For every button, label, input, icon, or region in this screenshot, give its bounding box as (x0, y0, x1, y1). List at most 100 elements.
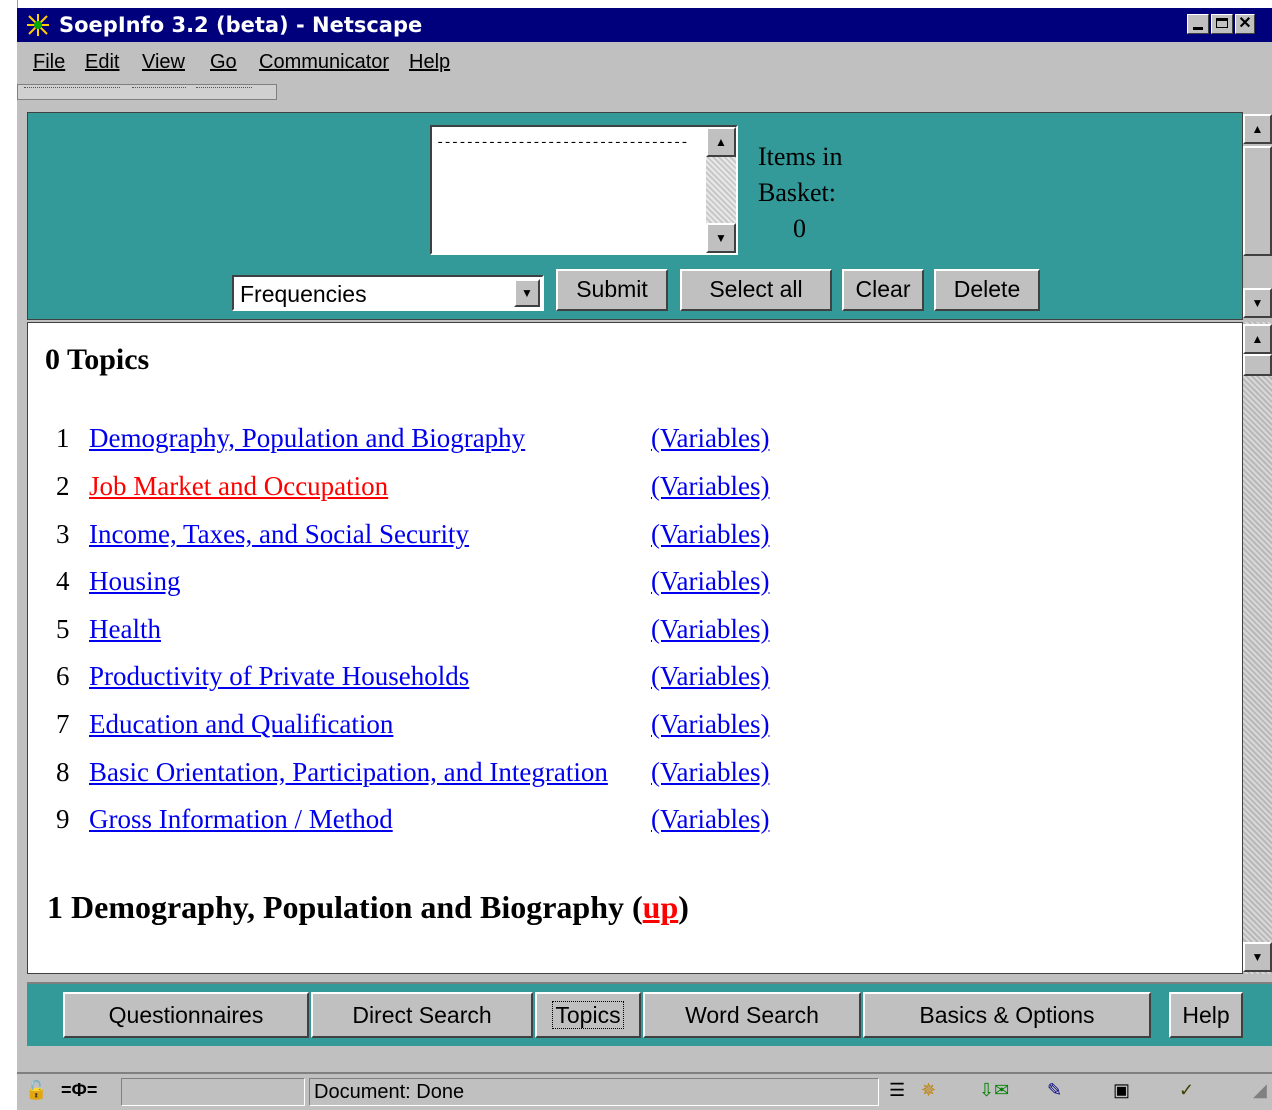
topic-link[interactable]: Basic Orientation, Participation, and In… (89, 757, 608, 788)
word-search-button[interactable]: Word Search (643, 992, 861, 1038)
topic-number: 9 (56, 804, 70, 834)
minimize-icon (1193, 27, 1203, 30)
topic-number: 2 (56, 471, 70, 501)
section-title: 1 Demography, Population and Biography (47, 889, 624, 925)
topic-number: 7 (56, 709, 70, 739)
menu-bar: File Edit View Go Communicator Help (17, 42, 1272, 82)
topic-link[interactable]: Gross Information / Method (89, 804, 393, 835)
variables-link[interactable]: (Variables) (651, 471, 769, 502)
basket-label-line1: Items in (758, 142, 843, 171)
topic-number: 5 (56, 614, 70, 644)
menu-communicator[interactable]: Communicator (259, 51, 389, 74)
menu-file[interactable]: File (33, 51, 65, 74)
scroll-down-arrow-icon[interactable]: ▼ (1243, 942, 1272, 972)
toolbar-grip-3[interactable] (196, 87, 252, 97)
browser-window: SoepInfo 3.2 (beta) - Netscape ✕ File Ed… (17, 8, 1272, 1110)
menu-go-label: Go (210, 51, 237, 73)
content-scrollbar[interactable]: ▲ ▼ (1243, 322, 1272, 974)
connection-status-icon: =Ф= (61, 1080, 98, 1100)
close-icon: ✕ (1238, 15, 1252, 32)
topic-link[interactable]: Demography, Population and Biography (89, 423, 525, 454)
basket-list-item[interactable]: ---------------------------------- (436, 135, 689, 151)
netscape-icon (25, 13, 51, 37)
basket-frame-scrollbar[interactable]: ▲ ▼ (1243, 112, 1272, 320)
scroll-up-arrow-icon[interactable]: ▲ (1243, 324, 1272, 354)
variables-link[interactable]: (Variables) (651, 566, 769, 597)
maximize-icon (1216, 18, 1228, 28)
basket-listbox[interactable]: ---------------------------------- ▲ ▼ (430, 125, 738, 255)
scroll-thumb[interactable] (1243, 146, 1272, 256)
topic-link[interactable]: Productivity of Private Households (89, 661, 469, 692)
topic-link[interactable]: Housing (89, 566, 181, 597)
variables-link[interactable]: (Variables) (651, 709, 769, 740)
composer-icon[interactable]: ▣ (1113, 1080, 1130, 1101)
conference-icon[interactable]: ✓ (1179, 1080, 1194, 1101)
topic-link[interactable]: Health (89, 614, 161, 645)
basket-scrollbar[interactable]: ▲ ▼ (706, 127, 736, 253)
window-title: SoepInfo 3.2 (beta) - Netscape (59, 13, 423, 37)
content-frame: 0 Topics 1 Demography, Population and Bi… (27, 322, 1243, 974)
scroll-down-arrow-icon[interactable]: ▼ (1243, 288, 1272, 318)
inbox-icon[interactable]: ⇩✉ (979, 1080, 1009, 1101)
status-bar: 🔓 =Ф= Document: Done ☰ ✵ ⇩✉ ✎ ▣ ✓ ◢ (17, 1072, 1272, 1110)
delete-button[interactable]: Delete (934, 269, 1040, 311)
questionnaires-button[interactable]: Questionnaires (63, 992, 309, 1038)
close-button[interactable]: ✕ (1235, 14, 1255, 34)
desktop-left-strip (0, 0, 18, 1108)
topics-button[interactable]: Topics (535, 992, 641, 1038)
collapsed-toolbars[interactable] (17, 84, 277, 100)
toolbar-grip-2[interactable] (132, 87, 186, 97)
scroll-up-arrow-icon[interactable]: ▲ (706, 127, 736, 157)
toolbar-grip-1[interactable] (24, 87, 120, 97)
output-select[interactable]: Frequencies ▼ (232, 275, 544, 311)
basket-frame: ---------------------------------- ▲ ▼ I… (27, 112, 1243, 320)
chevron-down-icon[interactable]: ▼ (514, 279, 540, 307)
component-bar-icon[interactable]: ☰ (889, 1080, 905, 1101)
variables-link[interactable]: (Variables) (651, 757, 769, 788)
topic-link[interactable]: Education and Qualification (89, 709, 393, 740)
menu-view[interactable]: View (142, 51, 185, 74)
navigator-icon[interactable]: ✵ (921, 1080, 936, 1101)
minimize-button[interactable] (1187, 14, 1209, 34)
up-link[interactable]: up (643, 889, 679, 925)
scroll-thumb[interactable] (1243, 354, 1272, 376)
menu-view-label: View (142, 51, 185, 73)
variables-link[interactable]: (Variables) (651, 661, 769, 692)
clear-button[interactable]: Clear (842, 269, 924, 311)
nav-frame: Questionnaires Direct Search Topics Word… (27, 982, 1272, 1046)
maximize-button[interactable] (1211, 14, 1233, 34)
output-select-value: Frequencies (240, 281, 367, 307)
topics-button-label: Topics (552, 1001, 624, 1029)
help-button[interactable]: Help (1169, 992, 1243, 1038)
scroll-down-arrow-icon[interactable]: ▼ (706, 223, 736, 253)
basket-count: 0 (793, 214, 806, 243)
menu-help[interactable]: Help (409, 51, 450, 74)
basket-label-line2: Basket: (758, 178, 836, 207)
submit-button[interactable]: Submit (556, 269, 668, 311)
discussion-icon[interactable]: ✎ (1047, 1080, 1062, 1101)
variables-link[interactable]: (Variables) (651, 614, 769, 645)
menu-help-label: Help (409, 51, 451, 73)
status-text: Document: Done (309, 1078, 879, 1106)
basket-count-label: Items in Basket: 0 (758, 139, 843, 247)
topic-number: 8 (56, 757, 70, 787)
scroll-up-arrow-icon[interactable]: ▲ (1243, 114, 1272, 144)
topic-link[interactable]: Income, Taxes, and Social Security (89, 519, 469, 550)
variables-link[interactable]: (Variables) (651, 519, 769, 550)
resize-grip-icon[interactable]: ◢ (1253, 1080, 1267, 1101)
topic-link[interactable]: Job Market and Occupation (89, 471, 388, 502)
menu-edit-label: Edit (85, 51, 120, 73)
menu-edit[interactable]: Edit (85, 51, 119, 74)
menu-communicator-label: Communicator (259, 51, 390, 73)
section-heading: 1 Demography, Population and Biography (… (47, 889, 689, 925)
menu-file-label: File (33, 51, 66, 73)
page-heading: 0 Topics (45, 343, 150, 376)
variables-link[interactable]: (Variables) (651, 804, 769, 835)
security-lock-icon[interactable]: 🔓 (25, 1080, 47, 1101)
variables-link[interactable]: (Variables) (651, 423, 769, 454)
basics-options-button[interactable]: Basics & Options (863, 992, 1151, 1038)
progress-cell (121, 1078, 305, 1106)
select-all-button[interactable]: Select all (680, 269, 832, 311)
menu-go[interactable]: Go (210, 51, 237, 74)
direct-search-button[interactable]: Direct Search (311, 992, 533, 1038)
